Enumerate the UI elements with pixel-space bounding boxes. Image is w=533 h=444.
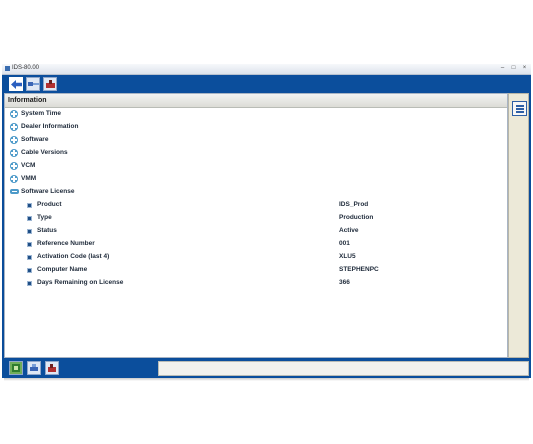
tree-item-label: Software License <box>21 188 75 195</box>
license-field-value: IDS_Prod <box>339 201 369 208</box>
window-title: IDS-80.00 <box>12 65 40 71</box>
tools-button[interactable] <box>43 77 57 91</box>
minimize-button[interactable]: – <box>498 65 507 72</box>
connector-button[interactable] <box>26 77 40 91</box>
tools-icon <box>45 80 55 88</box>
expand-icon <box>10 149 18 157</box>
tools-icon <box>48 364 56 372</box>
license-field-label: Type <box>37 214 52 221</box>
information-panel: Information System Time Dealer Informati… <box>4 93 508 358</box>
expand-icon <box>10 110 18 118</box>
bullet-icon <box>27 242 32 247</box>
vehicle-icon <box>30 364 38 371</box>
tree-item-label: System Time <box>21 110 61 117</box>
tree-item-label: VCM <box>21 162 36 169</box>
bullet-icon <box>27 255 32 260</box>
license-field-value: 001 <box>339 240 350 247</box>
license-field-value: XLU5 <box>339 253 356 260</box>
title-bar: IDS-80.00 – □ × <box>2 64 531 75</box>
panel-header: Information <box>5 94 507 108</box>
back-button[interactable] <box>9 77 23 91</box>
window-shadow <box>4 378 529 381</box>
status-message-area <box>158 361 529 376</box>
expand-icon <box>10 175 18 183</box>
back-arrow-icon <box>10 79 22 89</box>
license-field-value: Production <box>339 214 374 221</box>
maximize-button[interactable]: □ <box>509 65 518 72</box>
license-field-label: Reference Number <box>37 240 95 247</box>
expand-icon <box>10 162 18 170</box>
vehicle-button[interactable] <box>27 361 41 375</box>
license-field-value: Active <box>339 227 359 234</box>
network-icon <box>12 364 20 372</box>
bullet-icon <box>27 203 32 208</box>
tree-item-label: Software <box>21 136 49 143</box>
expand-icon <box>10 136 18 144</box>
tree-item-label: Dealer Information <box>21 123 79 130</box>
list-view-button[interactable] <box>512 101 527 116</box>
tree-item-label: VMM <box>21 175 37 182</box>
tools-status-button[interactable] <box>45 361 59 375</box>
bullet-icon <box>27 281 32 286</box>
license-field-label: Product <box>37 201 62 208</box>
license-field-label: Status <box>37 227 57 234</box>
bullet-icon <box>27 268 32 273</box>
connector-icon <box>27 82 39 86</box>
status-bar <box>2 359 531 378</box>
collapse-icon <box>10 189 19 194</box>
app-window: IDS-80.00 – □ × Information System Time … <box>2 64 531 378</box>
license-field-label: Days Remaining on License <box>37 279 124 286</box>
right-sidebar <box>508 93 529 358</box>
close-button[interactable]: × <box>520 65 529 72</box>
license-field-value: STEPHENPC <box>339 266 379 273</box>
bullet-icon <box>27 229 32 234</box>
license-field-value: 366 <box>339 279 350 286</box>
network-button[interactable] <box>9 361 23 375</box>
expand-icon <box>10 123 18 131</box>
bullet-icon <box>27 216 32 221</box>
tree-item-label: Cable Versions <box>21 149 68 156</box>
toolbar <box>2 75 531 93</box>
license-field-label: Activation Code (last 4) <box>37 253 110 260</box>
app-icon <box>5 66 10 71</box>
license-field-label: Computer Name <box>37 266 88 273</box>
